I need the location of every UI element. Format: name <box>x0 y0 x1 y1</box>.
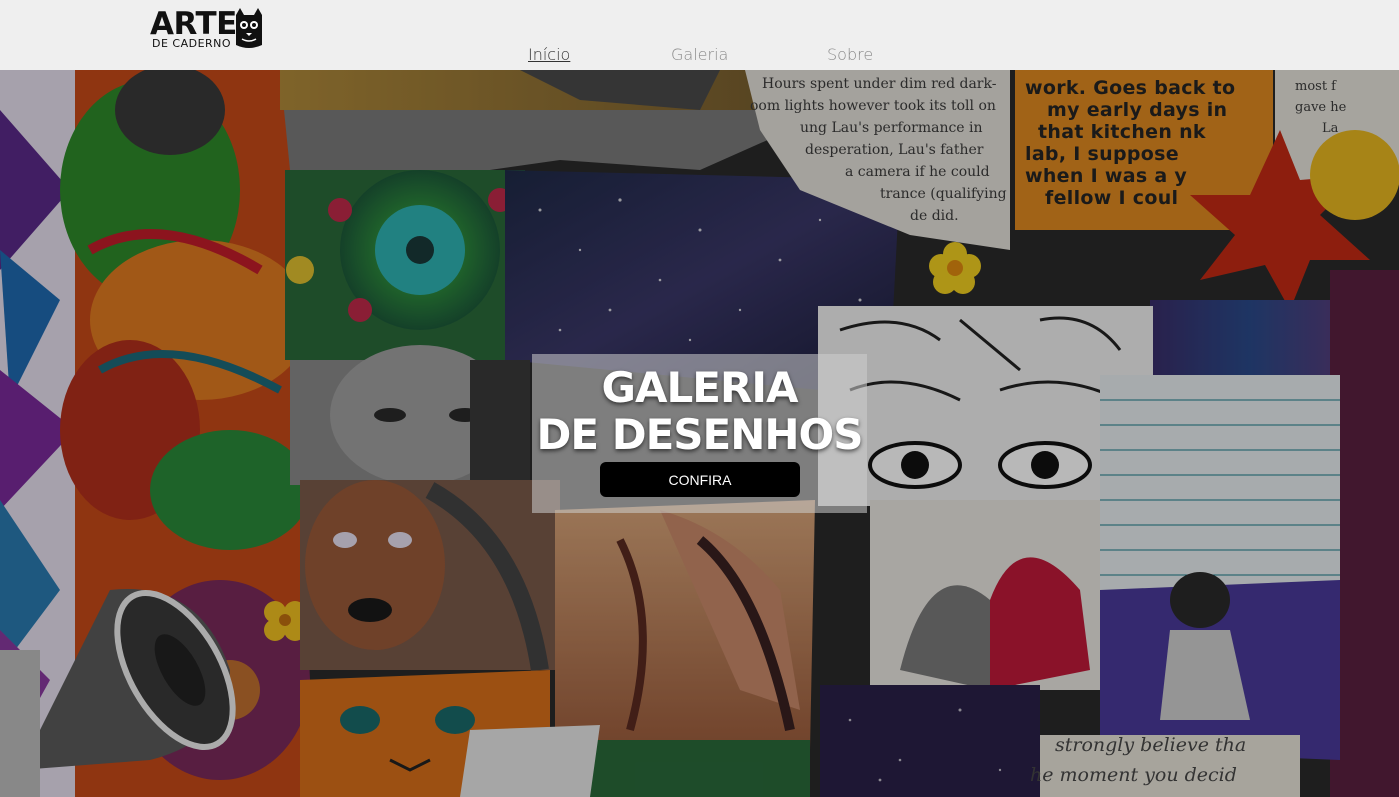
bold-line: fellow I coul <box>1045 187 1179 209</box>
article-line: desperation, Lau's father <box>805 142 984 158</box>
bold-line: that kitchen nk <box>1038 121 1206 143</box>
bold-line: work. Goes back to <box>1025 77 1236 99</box>
hero-title-line2: DE DESENHOS <box>536 410 864 459</box>
side-line: La <box>1322 121 1339 136</box>
article-line: oom lights however took its toll on <box>750 98 996 114</box>
hero-card: GALERIA DE DESENHOS CONFIRA <box>532 354 867 513</box>
article-line: ung Lau's performance in <box>800 120 983 136</box>
nav-link-galeria[interactable]: Galeria <box>671 45 728 64</box>
article-line: de did. <box>910 208 959 224</box>
confira-button[interactable]: CONFIRA <box>600 462 800 497</box>
logo-main-text: ARTE <box>150 6 237 42</box>
hero-title: GALERIA DE DESENHOS <box>532 364 867 458</box>
nav-link-inicio[interactable]: Início <box>528 45 570 64</box>
side-line: gave he <box>1295 100 1347 115</box>
nav-link-sobre[interactable]: Sobre <box>827 45 873 64</box>
article-line: Hours spent under dim red dark- <box>762 76 997 92</box>
bold-line: when I was a y <box>1025 165 1188 187</box>
script-line: strongly believe tha <box>1055 734 1247 756</box>
main-nav: Início Galeria Sobre <box>0 45 1399 67</box>
side-line: most f <box>1295 79 1336 94</box>
site-header: ARTE DE CADERNO Início Galeria Sobre <box>0 0 1399 70</box>
hero-title-line1: GALERIA <box>601 363 799 412</box>
bold-line: my early days in <box>1047 99 1228 121</box>
article-line: trance (qualifying <box>880 186 1007 202</box>
bold-line: lab, I suppose <box>1025 143 1179 165</box>
script-line: he moment you decid <box>1030 764 1237 786</box>
article-line: a camera if he could <box>845 164 990 180</box>
